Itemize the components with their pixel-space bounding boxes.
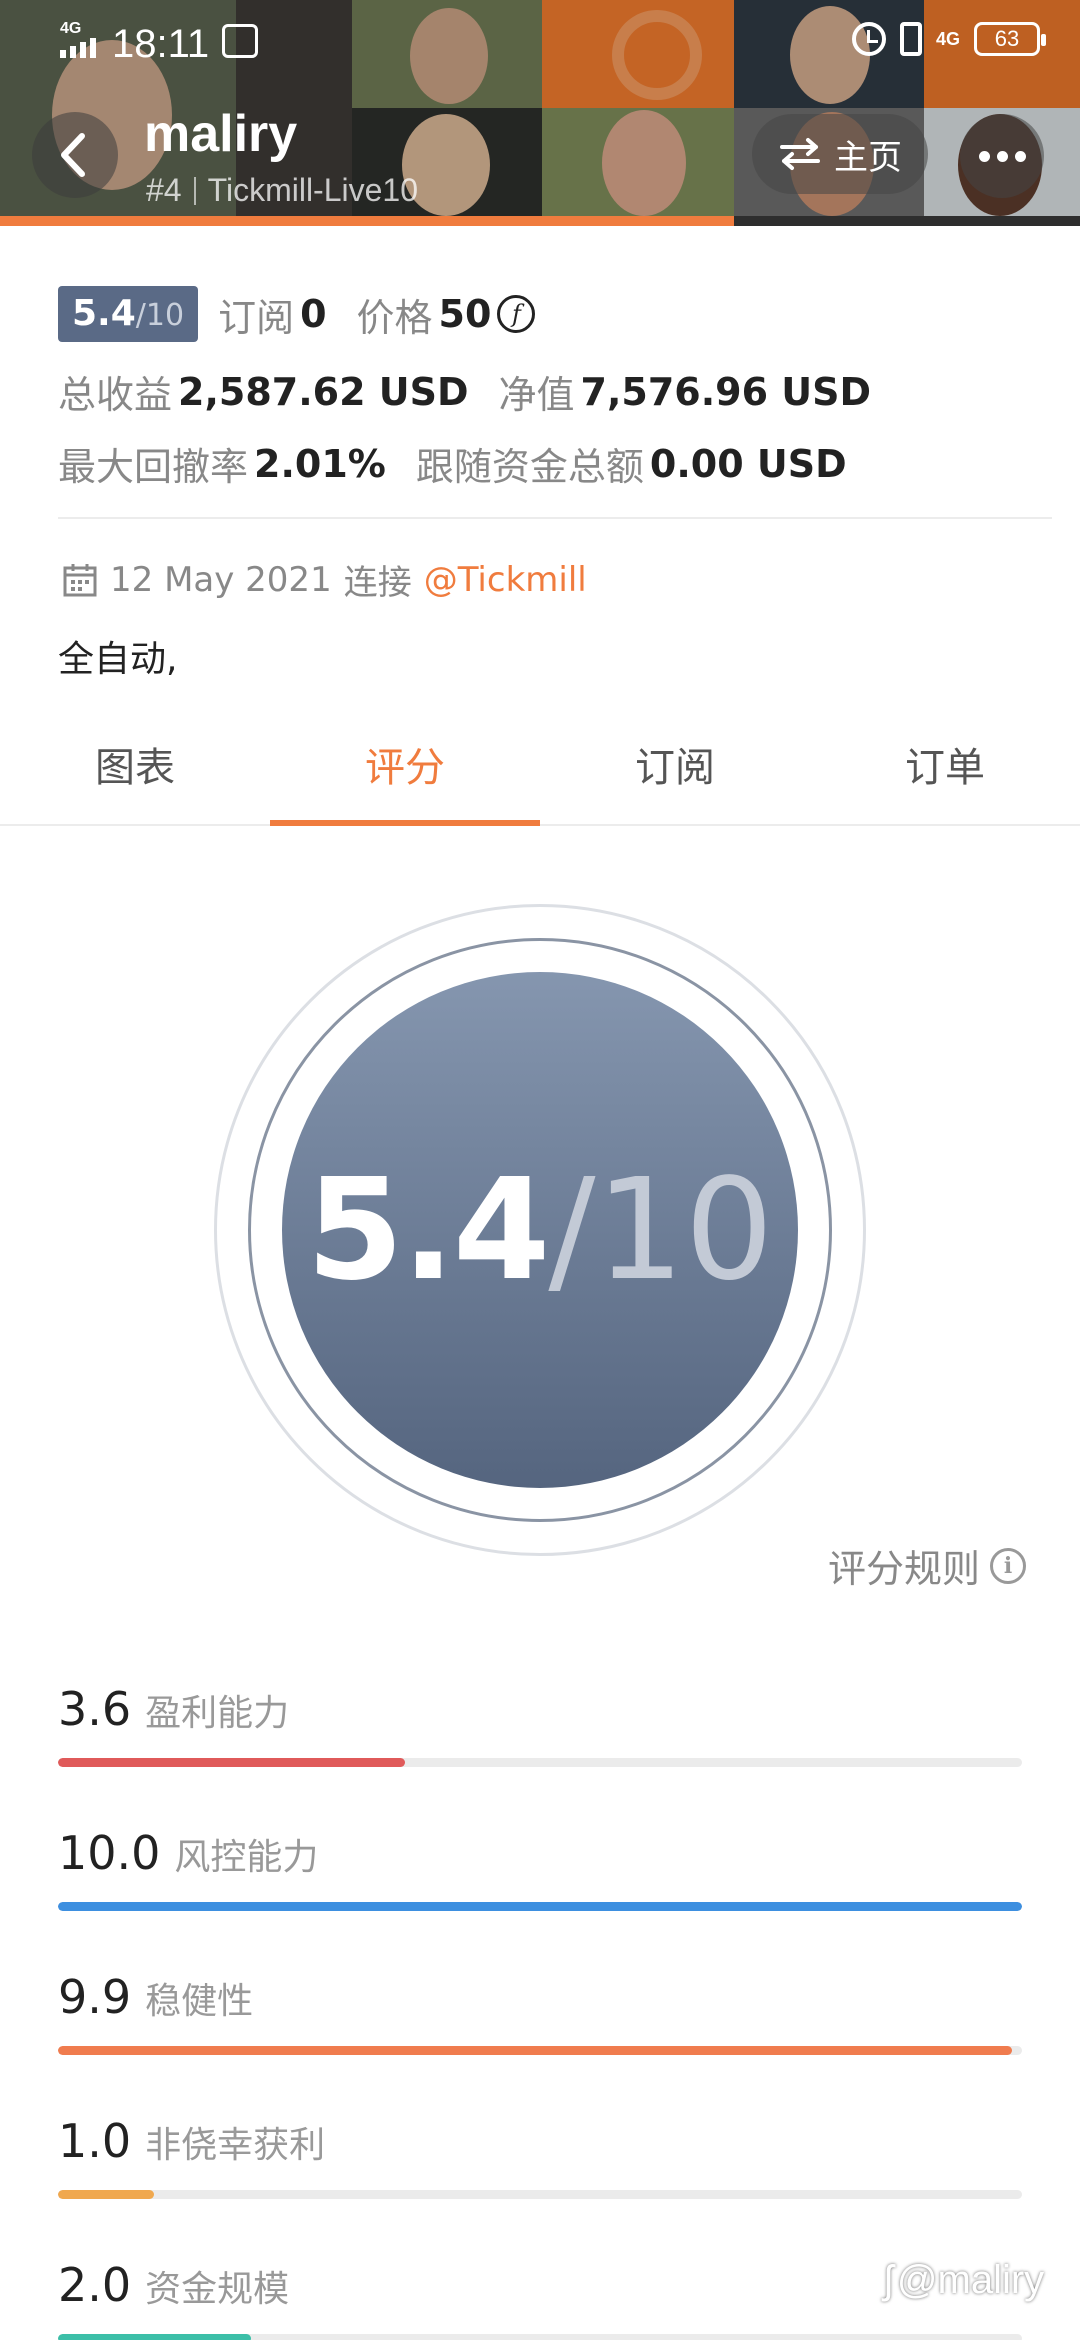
weibo-icon: ʃ (884, 2258, 893, 2302)
metric-progress-track (58, 1758, 1022, 1767)
connection-label: 连接 (343, 563, 412, 603)
metric-row: 9.9 稳健性 (58, 1970, 1022, 2055)
metric-progress-fill (58, 2334, 251, 2340)
metric-value: 1.0 (58, 2114, 132, 2168)
trader-name: maliry (144, 105, 298, 163)
price-label: 价格 (356, 295, 433, 340)
account-line: #4 Tickmill-Live10 (146, 172, 418, 209)
score-value: 5.4 (306, 1148, 550, 1312)
swap-icon (780, 138, 820, 170)
max-drawdown-label: 最大回撤率 (58, 445, 249, 489)
score-badge: 5.4/10 (58, 286, 199, 342)
tab-bar: 图表 评分 订阅 订单 (0, 718, 1080, 826)
tab-rating[interactable]: 评分 (270, 718, 540, 826)
rating-rules-label: 评分规则 (827, 1547, 980, 1591)
metric-head: 3.6 盈利能力 (58, 1682, 1022, 1736)
tab-orders[interactable]: 订单 (810, 718, 1080, 824)
score-denominator: 10 (595, 1148, 774, 1312)
metric-label: 风控能力 (174, 1837, 319, 1878)
watermark: ʃ @maliry (884, 2258, 1044, 2303)
network-type: 4G (60, 20, 82, 37)
metric-value: 10.0 (58, 1826, 161, 1880)
app-notification-icon (222, 24, 258, 58)
net-value-label: 净值 (498, 373, 575, 417)
account-name: Tickmill-Live10 (207, 172, 418, 208)
more-dots-icon (978, 150, 990, 162)
network-type-right: 4G (935, 29, 960, 49)
alarm-icon (851, 22, 886, 56)
tab-subscribe[interactable]: 订阅 (540, 718, 810, 824)
summary-row-2: 总收益 2,587.62 USD 净值 7,576.96 USD (58, 364, 871, 419)
battery-icon: 63 (974, 22, 1046, 56)
divider (58, 517, 1052, 519)
summary-row-3: 最大回撤率 2.01% 跟随资金总额 0.00 USD (58, 436, 847, 491)
metric-head: 2.0 资金规模 (58, 2258, 1022, 2312)
max-drawdown-value: 2.01% (254, 441, 386, 486)
metric-value: 9.9 (58, 1970, 132, 2024)
score-disc: 5.4/10 (282, 972, 798, 1488)
metric-label: 稳健性 (145, 1981, 254, 2022)
follow-funds-label: 跟随资金总额 (415, 445, 644, 489)
metric-progress-track (58, 1902, 1022, 1911)
metric-value: 3.6 (58, 1682, 132, 1736)
banner-accent-line (0, 216, 734, 226)
home-label: 主页 (834, 137, 902, 178)
metric-row: 1.0 非侥幸获利 (58, 2114, 1022, 2199)
metric-row: 3.6 盈利能力 (58, 1682, 1022, 1767)
metric-progress-track (58, 2190, 1022, 2199)
metric-progress-track (58, 2046, 1022, 2055)
metric-row: 2.0 资金规模 (58, 2258, 1022, 2340)
clock: 18:11 (112, 22, 210, 66)
score-badge-value: 5.4 (72, 293, 136, 334)
metric-value: 2.0 (58, 2258, 132, 2312)
broker-link[interactable]: @Tickmill (424, 560, 587, 600)
metric-progress-fill (58, 1758, 406, 1767)
watermark-text: @maliry (896, 2258, 1045, 2302)
metric-label: 资金规模 (145, 2269, 290, 2310)
back-button[interactable] (32, 112, 118, 198)
subscribers-label: 订阅 (218, 295, 295, 340)
subscribers-value: 0 (300, 292, 327, 336)
signal-icon (60, 38, 96, 58)
score-badge-den: /10 (135, 298, 185, 333)
price-value: 50 (438, 292, 492, 336)
follow-funds-value: 0.00 USD (649, 441, 847, 486)
tab-chart[interactable]: 图表 (0, 718, 270, 824)
status-bar: 4G 18:11 4G 63 (0, 0, 1080, 84)
more-button[interactable] (960, 114, 1044, 198)
rating-rules-link[interactable]: 评分规则 i (828, 1538, 1026, 1593)
info-icon: i (990, 1547, 1026, 1584)
vibrate-icon (899, 22, 922, 56)
metric-progress-fill (58, 2190, 155, 2199)
metric-label: 非侥幸获利 (145, 2125, 326, 2166)
connection-row: 12 May 2021 连接 @Tickmill (62, 555, 587, 604)
summary-row-1: 5.4/10 订阅 0 价格 50 f (58, 286, 536, 342)
calendar-icon (63, 563, 97, 596)
strategy-description: 全自动, (58, 639, 178, 680)
divider (193, 176, 196, 205)
metric-head: 9.9 稳健性 (58, 1970, 1022, 2024)
total-profit-label: 总收益 (58, 373, 173, 417)
connection-date: 12 May 2021 (110, 559, 332, 600)
chevron-left-icon (61, 133, 85, 177)
score-slash: / (548, 1148, 596, 1312)
rank: #4 (146, 172, 182, 208)
net-value-value: 7,576.96 USD (580, 369, 872, 414)
metric-progress-fill (58, 2046, 1013, 2055)
metric-head: 10.0 风控能力 (58, 1826, 1022, 1880)
metric-row: 10.0 风控能力 (58, 1826, 1022, 1911)
metric-head: 1.0 非侥幸获利 (58, 2114, 1022, 2168)
status-right: 4G 63 (851, 22, 1046, 56)
home-button[interactable]: 主页 (752, 114, 928, 194)
metric-progress-fill (58, 1902, 1022, 1911)
metric-label: 盈利能力 (145, 1693, 290, 1734)
coin-icon: f (497, 295, 536, 333)
metric-progress-track (58, 2334, 1022, 2340)
total-profit-value: 2,587.62 USD (178, 369, 469, 414)
